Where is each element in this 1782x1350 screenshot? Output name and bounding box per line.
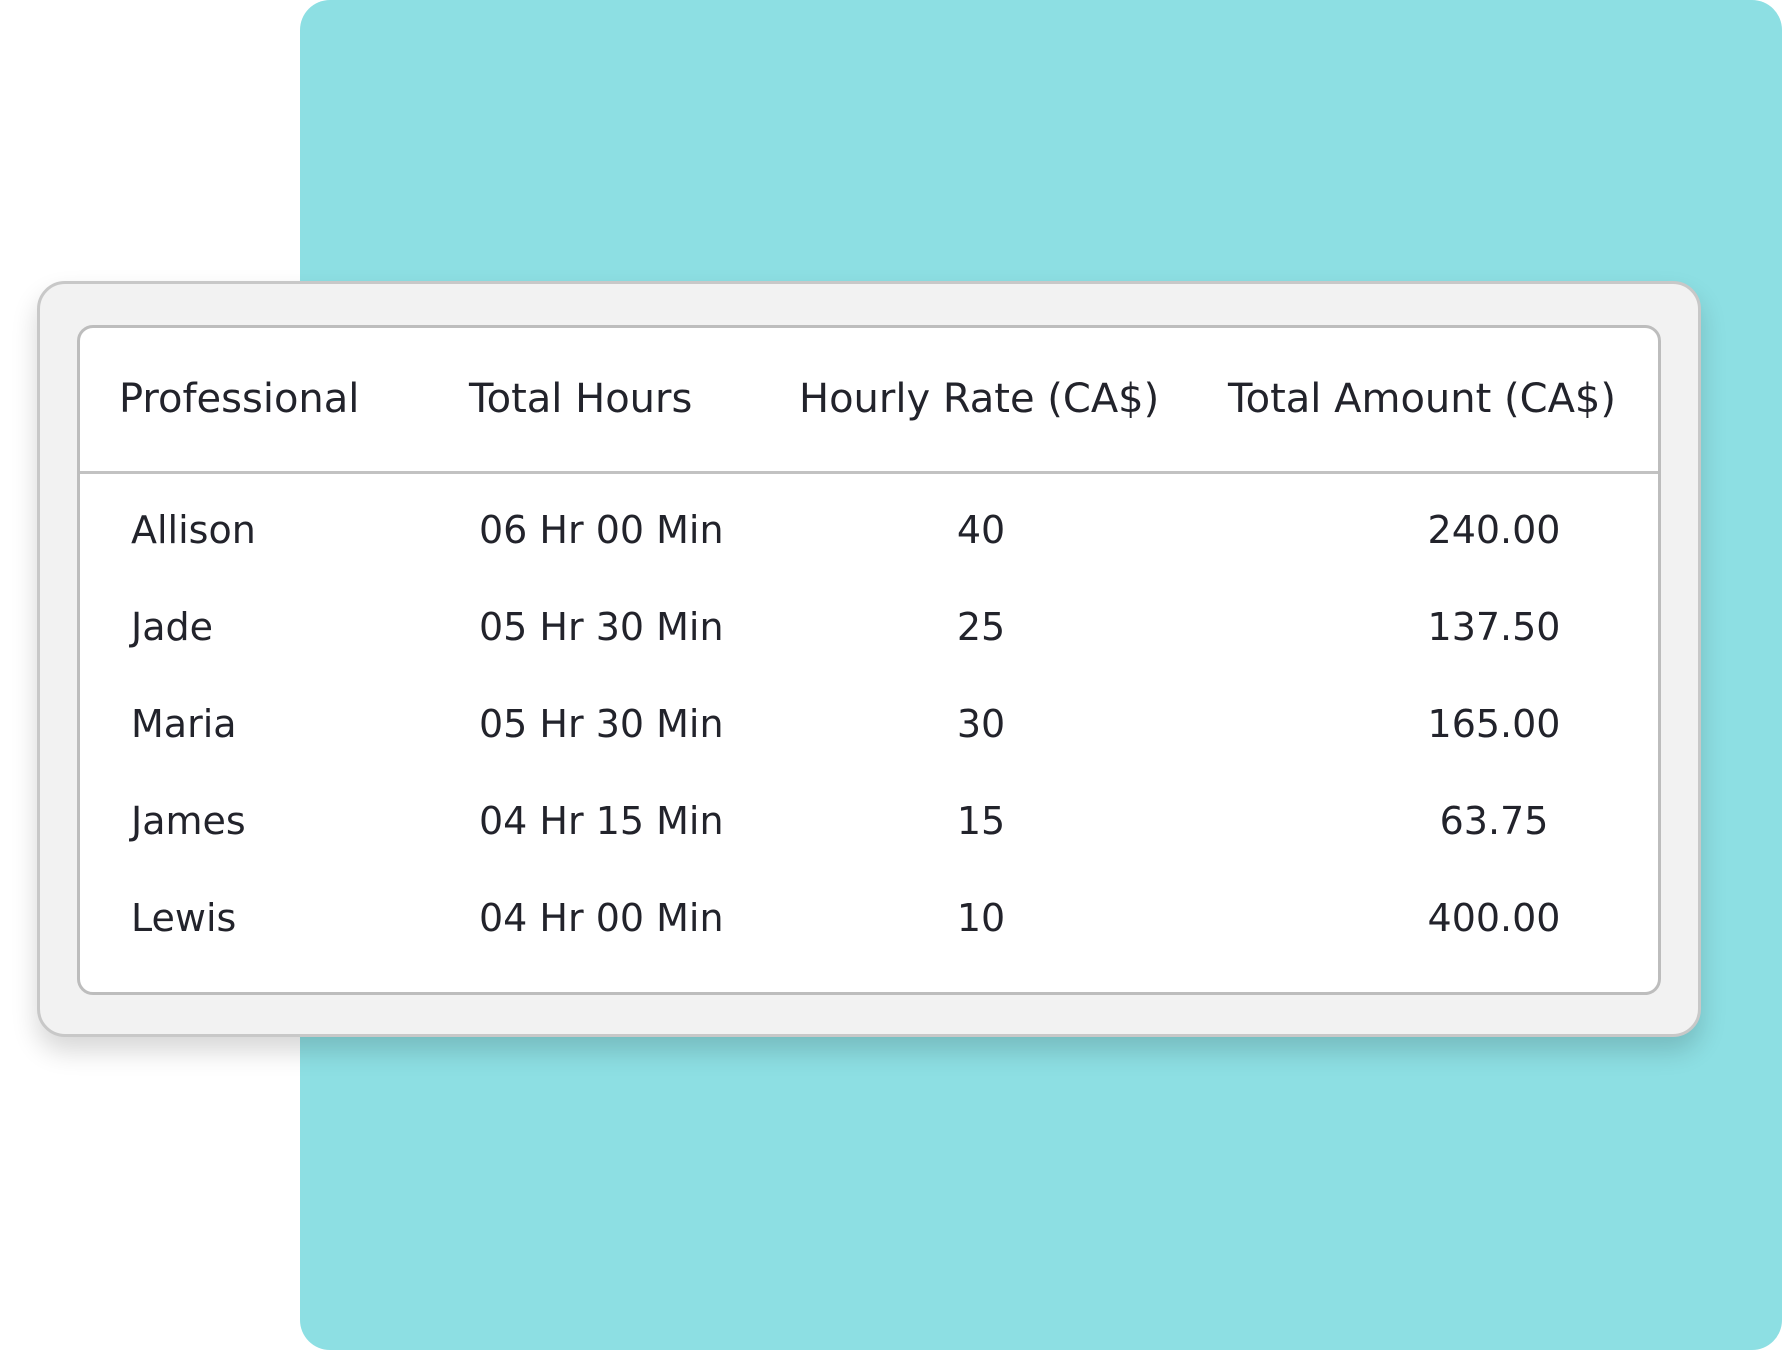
cell-professional: Maria [131,702,237,746]
cell-hourly-rate: 40 [956,508,1006,552]
cell-professional: Jade [131,605,213,649]
cell-total-hours: 04 Hr 15 Min [479,799,724,843]
cell-total-hours: 04 Hr 00 Min [479,896,724,940]
column-header-hourly-rate: Hourly Rate (CA$) [799,376,1160,422]
cell-hourly-rate: 10 [956,896,1006,940]
cell-total-amount: 400.00 [1427,896,1561,940]
cell-professional: Allison [131,508,256,552]
column-header-total-amount: Total Amount (CA$) [1228,376,1616,422]
table-row: Lewis 04 Hr 00 Min 10 400.00 [80,869,1658,966]
table-row: Jade 05 Hr 30 Min 25 137.50 [80,578,1658,675]
cell-hourly-rate: 25 [956,605,1006,649]
cell-hourly-rate: 15 [956,799,1006,843]
column-header-professional: Professional [119,376,360,422]
cell-total-amount: 137.50 [1427,605,1561,649]
cell-professional: James [131,799,246,843]
table-row: Maria 05 Hr 30 Min 30 165.00 [80,675,1658,772]
table-header: Professional Total Hours Hourly Rate (CA… [80,328,1658,474]
cell-total-amount: 165.00 [1427,702,1561,746]
cell-professional: Lewis [131,896,237,940]
table-card: Professional Total Hours Hourly Rate (CA… [37,281,1701,1037]
column-header-total-hours: Total Hours [469,376,693,422]
table-row: Allison 06 Hr 00 Min 40 240.00 [80,481,1658,578]
cell-total-amount: 240.00 [1427,508,1561,552]
billing-table: Professional Total Hours Hourly Rate (CA… [77,325,1661,995]
cell-total-hours: 05 Hr 30 Min [479,605,724,649]
cell-total-hours: 06 Hr 00 Min [479,508,724,552]
cell-total-hours: 05 Hr 30 Min [479,702,724,746]
cell-hourly-rate: 30 [956,702,1006,746]
cell-total-amount: 63.75 [1439,799,1549,843]
table-row: James 04 Hr 15 Min 15 63.75 [80,772,1658,869]
